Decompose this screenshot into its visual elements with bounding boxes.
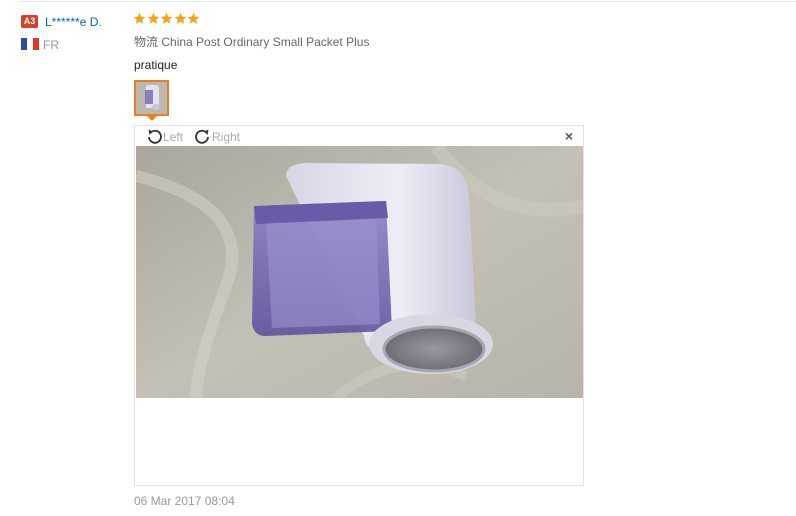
logistics-label: 物流 — [134, 35, 159, 49]
star-icon — [147, 12, 159, 24]
review-date: 06 Mar 2017 08:04 — [134, 494, 235, 508]
review-text: pratique — [134, 58, 178, 72]
france-flag-icon — [21, 38, 39, 50]
rotate-right-label: Right — [212, 129, 241, 144]
star-icon — [160, 12, 173, 24]
reviewer-country: FR — [43, 38, 59, 52]
star-icon — [133, 12, 146, 24]
star-icon — [187, 12, 200, 24]
rotate-left-label: Left — [163, 129, 184, 144]
logistics-value: China Post Ordinary Small Packet Plus — [161, 35, 370, 49]
photo-viewer: Left Right × — [134, 125, 584, 486]
rotate-left-icon — [148, 129, 162, 144]
logistics-info: 物流 China Post Ordinary Small Packet Plus — [134, 34, 369, 50]
buyer-level-badge: A3 — [21, 15, 38, 28]
rotate-left-button[interactable]: Left — [145, 128, 183, 145]
rotate-right-icon — [195, 129, 209, 144]
close-icon[interactable]: × — [565, 129, 573, 143]
rating-stars — [133, 12, 201, 25]
star-icon — [174, 12, 186, 24]
top-divider — [20, 1, 796, 2]
review-photo-thumbnail[interactable] — [134, 80, 169, 116]
reviewer-name[interactable]: L******e D. — [45, 14, 102, 30]
viewer-toolbar: Left Right × — [135, 126, 583, 146]
rotate-right-button[interactable]: Right — [194, 128, 240, 145]
thumbnail-active-indicator — [147, 116, 157, 121]
review-photo — [136, 146, 583, 398]
